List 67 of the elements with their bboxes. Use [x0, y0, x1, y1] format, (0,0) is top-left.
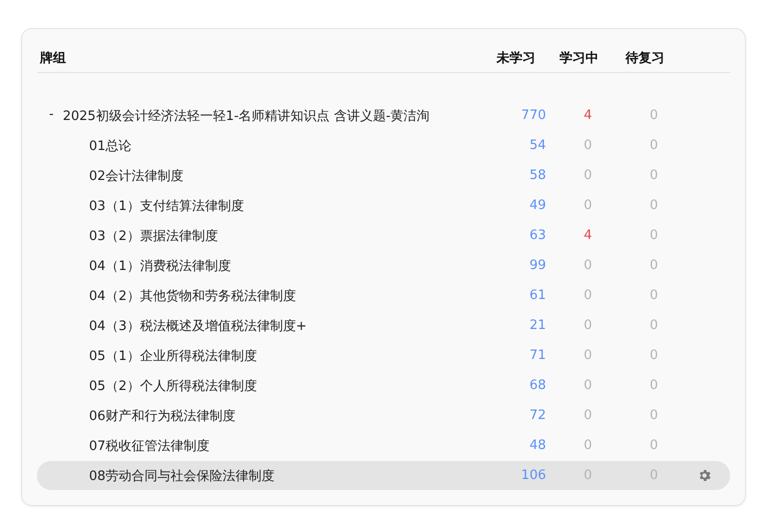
new-count: 72 [529, 408, 546, 423]
learning-count: 0 [584, 198, 593, 213]
column-header: 学习中 [560, 50, 598, 66]
review-count: 0 [650, 438, 659, 453]
deck-row[interactable]: 06财产和行为税法律制度 72 0 0 [37, 401, 730, 430]
deck-name: 04（2）其他货物和劳务税法律制度 [89, 288, 296, 304]
deck-row[interactable]: 03（2）票据法律制度 63 4 0 [37, 221, 730, 250]
review-count: 0 [650, 408, 659, 423]
deck-row[interactable]: 04（1）消费税法律制度 99 0 0 [37, 251, 730, 280]
new-count: 63 [529, 228, 546, 243]
new-count: 61 [529, 288, 546, 303]
deck-name: 07税收征管法律制度 [89, 438, 210, 454]
review-count: 0 [650, 258, 659, 273]
learning-count: 0 [584, 318, 593, 333]
deck-name: 05（1）企业所得税法律制度 [89, 348, 257, 364]
new-count: 21 [529, 318, 546, 333]
deck-row[interactable]: 07税收征管法律制度 48 0 0 [37, 431, 730, 460]
deck-name: 03（1）支付结算法律制度 [89, 198, 244, 214]
learning-count: 0 [584, 408, 593, 423]
deck-name: 02会计法律制度 [89, 168, 184, 184]
new-count: 71 [529, 348, 546, 363]
deck-row[interactable]: 04（3）税法概述及增值税法律制度+ 21 0 0 [37, 311, 730, 340]
learning-count: 0 [584, 348, 593, 363]
learning-count: 0 [584, 288, 593, 303]
new-count: 48 [529, 438, 546, 453]
learning-count: 0 [584, 138, 593, 153]
deck-name: 2025初级会计经济法轻一轻1-名师精讲知识点 含讲义题-黄洁洵 [62, 108, 430, 124]
review-count: 0 [650, 168, 659, 183]
column-header: 牌组 [38, 50, 66, 66]
deck-name: 08劳动合同与社会保险法律制度 [89, 468, 275, 484]
review-count: 0 [650, 288, 659, 303]
column-header: 待复习 [626, 50, 664, 66]
review-count: 0 [650, 318, 659, 333]
deck-name: 06财产和行为税法律制度 [89, 408, 236, 424]
learning-count: 0 [584, 378, 593, 393]
collapse-toggle[interactable]: - [49, 106, 54, 124]
deck-name: 03（2）票据法律制度 [89, 228, 218, 244]
learning-count: 0 [584, 258, 593, 273]
learning-count: 4 [584, 108, 593, 123]
deck-name: 01总论 [89, 138, 132, 154]
review-count: 0 [650, 108, 659, 123]
new-count: 49 [529, 198, 546, 213]
deck-name: 05（2）个人所得税法律制度 [89, 378, 257, 394]
learning-count: 4 [584, 228, 593, 243]
learning-count: 0 [584, 168, 593, 183]
deck-row[interactable]: 01总论 54 0 0 [37, 131, 730, 160]
new-count: 99 [529, 258, 546, 273]
deck-row[interactable]: 05（2）个人所得税法律制度 68 0 0 [37, 371, 730, 400]
new-count: 54 [529, 138, 546, 153]
deck-row[interactable]: 02会计法律制度 58 0 0 [37, 161, 730, 190]
new-count: 106 [521, 468, 546, 483]
review-count: 0 [650, 348, 659, 363]
review-count: 0 [650, 198, 659, 213]
new-count: 770 [521, 108, 546, 123]
deck-row[interactable]: 03（1）支付结算法律制度 49 0 0 [37, 191, 730, 220]
deck-row[interactable]: 04（2）其他货物和劳务税法律制度 61 0 0 [37, 281, 730, 310]
deck-row[interactable]: 05（1）企业所得税法律制度 71 0 0 [37, 341, 730, 370]
new-count: 68 [529, 378, 546, 393]
column-header: 未学习 [496, 50, 536, 66]
deck-row[interactable]: - 2025初级会计经济法轻一轻1-名师精讲知识点 含讲义题-黄洁洵 770 4 0 [37, 101, 730, 130]
review-count: 0 [650, 378, 659, 393]
learning-count: 0 [584, 438, 593, 453]
review-count: 0 [650, 228, 659, 243]
deck-name: 04（3）税法概述及增值税法律制度+ [89, 318, 307, 334]
new-count: 58 [529, 168, 546, 183]
deck-name: 04（1）消费税法律制度 [89, 258, 231, 274]
review-count: 0 [650, 138, 659, 153]
